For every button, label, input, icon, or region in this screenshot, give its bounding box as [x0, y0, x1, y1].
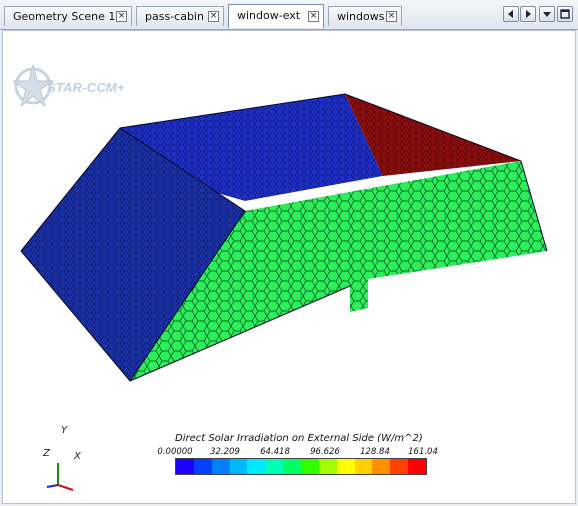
colorbar-swatch [193, 459, 212, 474]
close-icon[interactable]: × [208, 11, 219, 22]
legend-colorbar [175, 458, 427, 475]
tab-bar: Geometry Scene 1 × pass-cabin × window-e… [0, 0, 578, 30]
close-icon[interactable]: × [308, 11, 319, 22]
tab-geometry-scene-1[interactable]: Geometry Scene 1 × [4, 6, 132, 26]
tab-label: pass-cabin [145, 10, 204, 23]
colorbar-swatch [390, 459, 409, 474]
colorbar-swatch [354, 459, 373, 474]
tab-window-ext[interactable]: window-ext × [228, 4, 324, 28]
colorbar-swatch [283, 459, 302, 474]
legend-title: Direct Solar Irradiation on External Sid… [175, 433, 423, 444]
colorbar-swatch [336, 459, 355, 474]
legend-tick: 64.418 [260, 447, 290, 457]
tab-pass-cabin[interactable]: pass-cabin × [136, 6, 224, 26]
scroll-right-icon[interactable] [520, 6, 536, 22]
legend-tick: 0.00000 [157, 447, 193, 457]
legend-tick: 32.209 [210, 447, 240, 457]
tab-label: Geometry Scene 1 [13, 10, 116, 23]
tab-label: windows [337, 10, 385, 23]
tab-list-icon[interactable] [539, 6, 555, 22]
colorbar-swatch [176, 459, 194, 474]
colorbar-swatch [301, 459, 319, 474]
axis-z-label: Z [43, 448, 50, 459]
axis-triad-icon [46, 463, 74, 491]
colorbar-swatch [408, 459, 427, 474]
scene-viewport[interactable]: STAR-CCM+ Y X Z Direct Solar Irradiation… [2, 30, 576, 504]
scroll-left-icon[interactable] [503, 6, 519, 22]
close-icon[interactable]: × [386, 11, 397, 22]
tab-label: window-ext [237, 9, 301, 22]
legend-tick: 96.626 [310, 447, 340, 457]
colorbar-swatch [372, 459, 391, 474]
colorbar-swatch [247, 459, 266, 474]
colorbar-swatch [229, 459, 248, 474]
close-icon[interactable]: × [116, 11, 127, 22]
axis-x-label: X [74, 451, 81, 462]
colorbar-swatch [265, 459, 284, 474]
legend-tick: 161.04 [408, 447, 438, 457]
tab-windows[interactable]: windows × [328, 6, 402, 26]
colorbar-swatch [318, 459, 337, 474]
colorbar-swatch [211, 459, 230, 474]
axis-y-label: Y [61, 425, 68, 436]
legend-tick: 128.84 [360, 447, 390, 457]
maximize-icon[interactable] [557, 6, 573, 22]
